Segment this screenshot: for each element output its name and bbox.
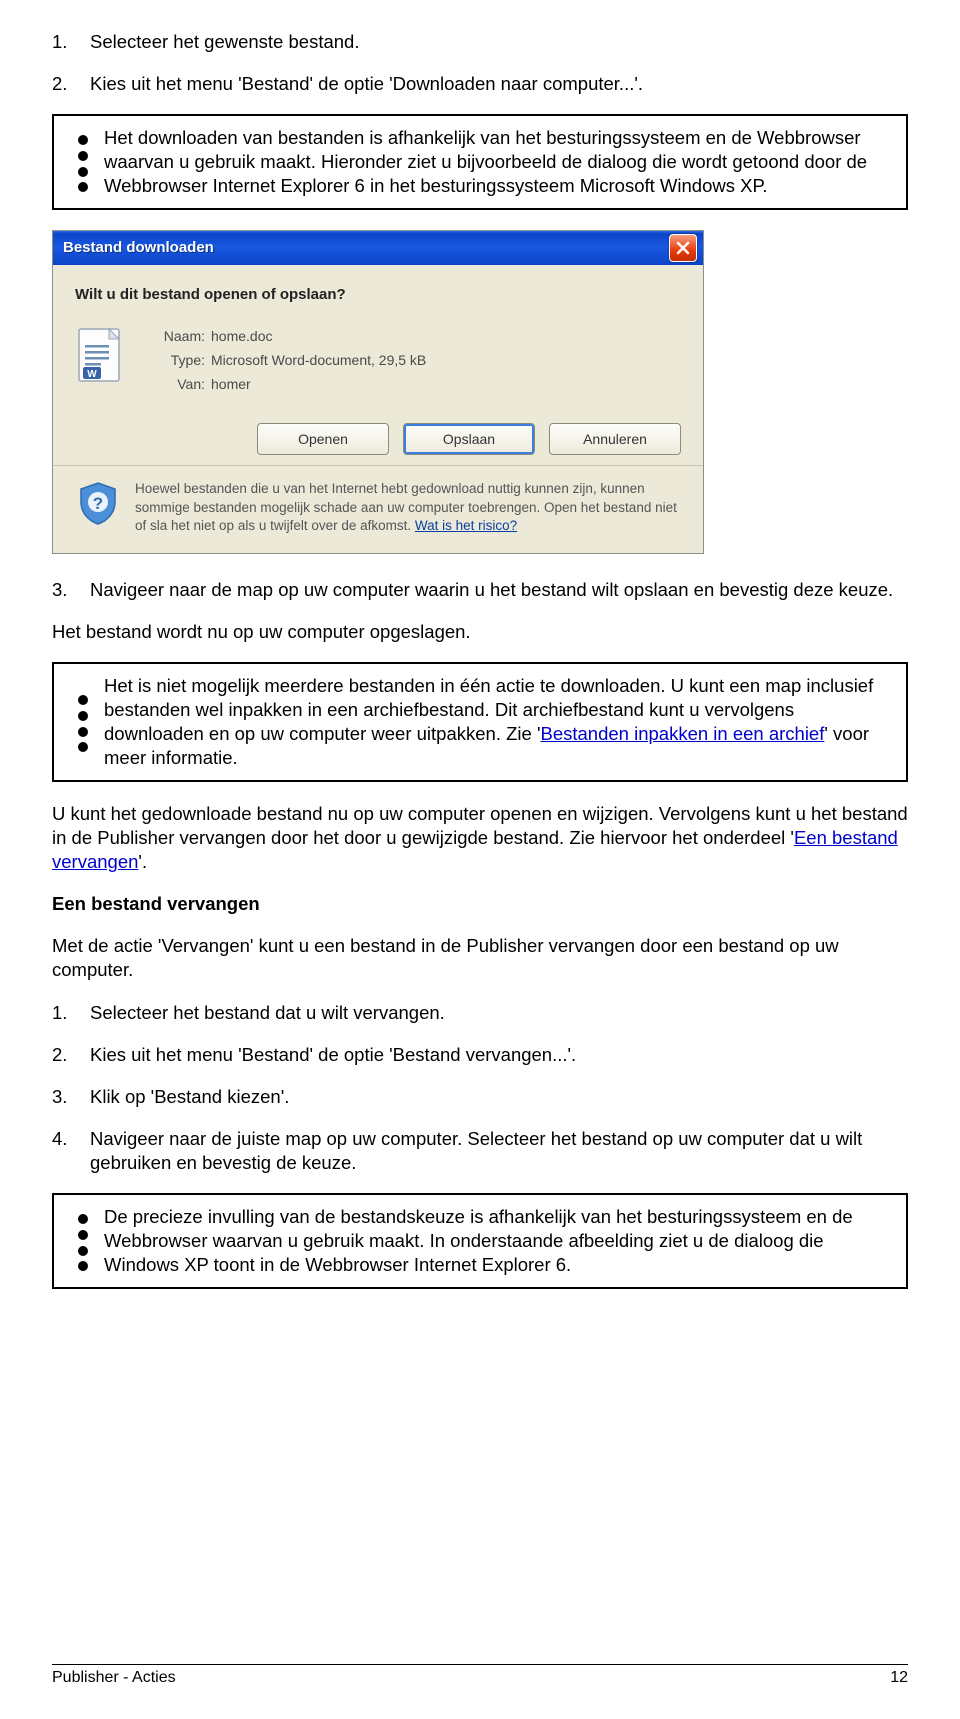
dialog-separator <box>53 465 703 466</box>
warning-note: Het is niet mogelijk meerdere bestanden … <box>52 662 908 782</box>
para-mid-before: U kunt het gedownloade bestand nu op uw … <box>52 803 908 848</box>
list-number: 4. <box>52 1127 90 1175</box>
dialog-titlebar: Bestand downloaden <box>53 231 703 265</box>
list-text: Navigeer naar de juiste map op uw comput… <box>90 1127 908 1175</box>
dialog-body: Wilt u dit bestand openen of opslaan? W <box>53 265 703 553</box>
paragraph: Met de actie 'Vervangen' kunt u een best… <box>52 934 908 982</box>
list-number: 2. <box>52 1043 90 1067</box>
archive-link[interactable]: Bestanden inpakken in een archief <box>540 723 824 744</box>
list-item: 3. Navigeer naar de map op uw computer w… <box>52 578 908 602</box>
dialog-warning-row: ? Hoewel bestanden die u van het Interne… <box>75 480 681 535</box>
note-text: De precieze invulling van de bestandskeu… <box>104 1205 894 1277</box>
note-text: Het downloaden van bestanden is afhankel… <box>104 126 894 198</box>
dialog-question: Wilt u dit bestand openen of opslaan? <box>75 285 681 305</box>
meta-name-value: home.doc <box>211 327 272 345</box>
cancel-button[interactable]: Annuleren <box>549 423 681 455</box>
close-icon <box>676 241 690 255</box>
svg-text:W: W <box>87 369 97 380</box>
exclamation-icon <box>62 132 104 192</box>
footer-left: Publisher - Acties <box>52 1668 176 1689</box>
save-button[interactable]: Opslaan <box>403 423 535 455</box>
list-number: 3. <box>52 1085 90 1109</box>
list-text: Navigeer naar de map op uw computer waar… <box>90 578 908 602</box>
list-number: 2. <box>52 72 90 96</box>
dialog-title: Bestand downloaden <box>63 238 669 258</box>
list-text: Kies uit het menu 'Bestand' de optie 'Be… <box>90 1043 908 1067</box>
exclamation-icon <box>62 692 104 752</box>
word-document-icon: W <box>75 327 123 383</box>
list-item: 1. Selecteer het gewenste bestand. <box>52 30 908 54</box>
shield-icon: ? <box>75 480 121 526</box>
list-item: 2. Kies uit het menu 'Bestand' de optie … <box>52 72 908 96</box>
paragraph: U kunt het gedownloade bestand nu op uw … <box>52 802 908 874</box>
list-number: 1. <box>52 30 90 54</box>
list-item: 1. Selecteer het bestand dat u wilt verv… <box>52 1001 908 1025</box>
list-text: Klik op 'Bestand kiezen'. <box>90 1085 908 1109</box>
dialog-file-meta: Naam:home.doc Type:Microsoft Word-docume… <box>141 327 681 400</box>
close-button[interactable] <box>669 234 697 262</box>
warning-body: Hoewel bestanden die u van het Internet … <box>135 481 677 532</box>
list-item: 2. Kies uit het menu 'Bestand' de optie … <box>52 1043 908 1067</box>
list-item: 4. Navigeer naar de juiste map op uw com… <box>52 1127 908 1175</box>
section-heading: Een bestand vervangen <box>52 892 908 916</box>
list-number: 1. <box>52 1001 90 1025</box>
footer-page-number: 12 <box>890 1668 908 1689</box>
exclamation-icon <box>62 1211 104 1271</box>
risk-link[interactable]: Wat is het risico? <box>415 518 517 533</box>
svg-text:?: ? <box>93 494 103 513</box>
paragraph: Het bestand wordt nu op uw computer opge… <box>52 620 908 644</box>
meta-from-label: Van: <box>141 375 211 393</box>
dialog-button-row: Openen Opslaan Annuleren <box>75 423 681 455</box>
note-text: Het is niet mogelijk meerdere bestanden … <box>104 674 894 770</box>
list-text: Kies uit het menu 'Bestand' de optie 'Do… <box>90 72 908 96</box>
meta-type-label: Type: <box>141 351 211 369</box>
para-mid-after: '. <box>138 851 147 872</box>
file-download-dialog: Bestand downloaden Wilt u dit bestand op… <box>52 230 704 554</box>
dialog-warning-text: Hoewel bestanden die u van het Internet … <box>135 480 681 535</box>
document-page: 1. Selecteer het gewenste bestand. 2. Ki… <box>0 0 960 1719</box>
warning-note: De precieze invulling van de bestandskeu… <box>52 1193 908 1289</box>
list-number: 3. <box>52 578 90 602</box>
open-button[interactable]: Openen <box>257 423 389 455</box>
page-footer: Publisher - Acties 12 <box>52 1664 908 1689</box>
meta-from-value: homer <box>211 375 251 393</box>
list-text: Selecteer het bestand dat u wilt vervang… <box>90 1001 908 1025</box>
footer-rule <box>52 1664 908 1665</box>
warning-note: Het downloaden van bestanden is afhankel… <box>52 114 908 210</box>
meta-name-label: Naam: <box>141 327 211 345</box>
list-item: 3. Klik op 'Bestand kiezen'. <box>52 1085 908 1109</box>
meta-type-value: Microsoft Word-document, 29,5 kB <box>211 351 426 369</box>
dialog-info-row: W Naam:home.doc Type:Microsoft Word-docu… <box>75 327 681 400</box>
list-text: Selecteer het gewenste bestand. <box>90 30 908 54</box>
